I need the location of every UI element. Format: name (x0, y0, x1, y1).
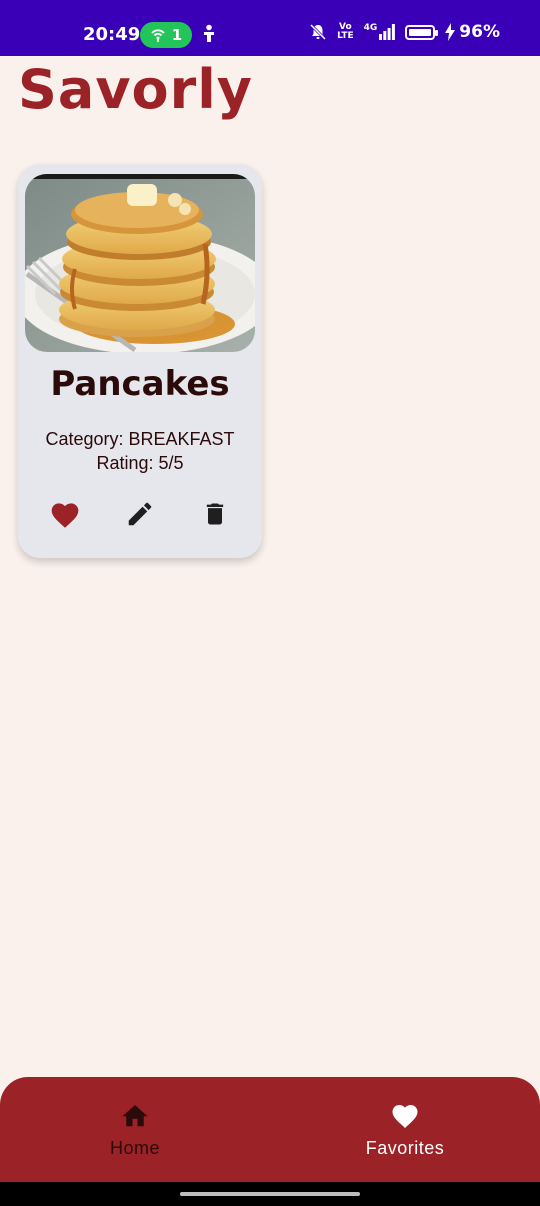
heart-icon (392, 1105, 418, 1128)
nav-home[interactable]: Home (0, 1077, 270, 1182)
recipe-image (25, 174, 255, 352)
nav-favorites-label: Favorites (365, 1138, 445, 1158)
heart-icon (51, 503, 79, 528)
bottom-navigation: Home Favorites (0, 1077, 540, 1182)
card-actions (18, 494, 262, 534)
signal-indicator: 4G (364, 24, 396, 40)
volte-bottom: LTE (337, 31, 354, 41)
gesture-handle[interactable] (180, 1192, 360, 1196)
recipe-card[interactable]: Pancakes Category: BREAKFAST Rating: 5/5 (18, 164, 262, 558)
bell-off-icon (310, 23, 327, 41)
network-type: 4G (363, 23, 378, 33)
delete-button[interactable] (195, 494, 235, 534)
edit-button[interactable] (120, 494, 160, 534)
signal-icon (379, 24, 396, 40)
home-icon (122, 1105, 148, 1127)
recipe-rating: Rating: 5/5 (96, 453, 184, 473)
hotspot-icon (151, 29, 165, 42)
pencil-icon (128, 502, 152, 526)
battery-percent: 96% (459, 22, 500, 42)
accessibility-icon (200, 24, 218, 48)
status-right: Vo LTE 4G 96% (309, 22, 500, 42)
favorite-button[interactable] (45, 494, 85, 534)
pancakes-image (25, 174, 255, 352)
hotspot-indicator: 1 (140, 22, 192, 48)
recipe-category: Category: BREAKFAST (45, 429, 235, 449)
nav-favorites[interactable]: Favorites (270, 1077, 540, 1182)
hotspot-count: 1 (171, 26, 183, 44)
charging-icon (445, 23, 456, 41)
recipe-name: Pancakes (50, 364, 230, 404)
nav-home-label: Home (109, 1138, 160, 1158)
trash-icon (206, 503, 224, 525)
gesture-bar (0, 1182, 540, 1206)
status-bar: 20:49 1 Vo LTE 4G 96% (0, 0, 540, 56)
volte-indicator: Vo LTE (337, 23, 354, 41)
status-time: 20:49 (83, 24, 141, 45)
battery-icon (405, 24, 439, 40)
app-title: Savorly (18, 58, 253, 121)
